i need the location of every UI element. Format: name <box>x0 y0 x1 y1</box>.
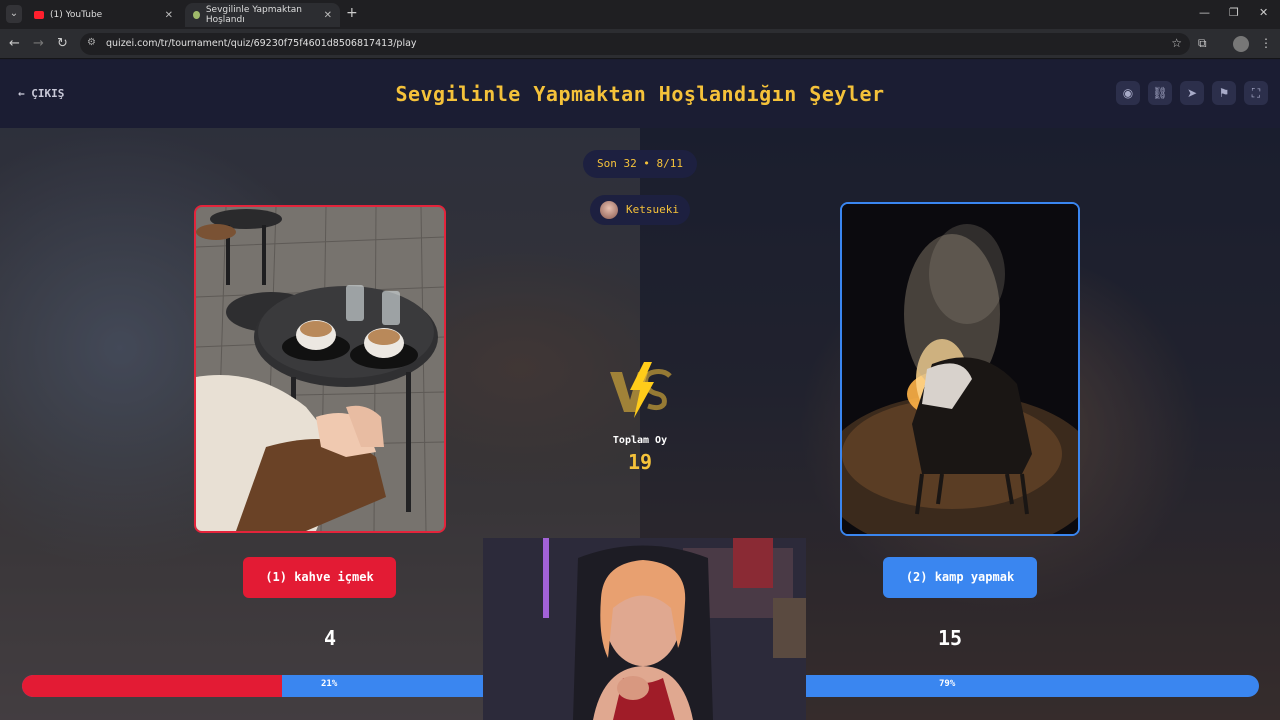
tab-quiz[interactable]: Sevgilinle Yapmaktan Hoşlandı ✕ <box>185 3 340 27</box>
fullscreen-icon[interactable]: ⛶ <box>1244 81 1268 105</box>
choice-card-left[interactable] <box>194 205 446 533</box>
round-indicator: Son 32 • 8/11 <box>583 150 697 178</box>
avatar <box>600 201 618 219</box>
eye-icon[interactable]: ◉ <box>1116 81 1140 105</box>
streamer-image <box>483 538 806 720</box>
tab-youtube[interactable]: (1) YouTube ✕ <box>26 3 181 27</box>
bookmark-star-icon[interactable]: ☆ <box>1171 36 1182 50</box>
percent-left: 21% <box>321 679 338 689</box>
vote-count-right: 15 <box>937 626 963 650</box>
versus-logo <box>610 362 672 418</box>
creator-name: Ketsueki <box>626 203 679 216</box>
close-icon[interactable]: ✕ <box>324 10 332 21</box>
vote-progress-left-fill <box>22 675 282 697</box>
percent-right: 79% <box>939 679 956 689</box>
close-icon[interactable]: ✕ <box>165 10 173 21</box>
webcam-overlay <box>483 538 806 720</box>
window-close-icon[interactable]: ✕ <box>1259 6 1268 19</box>
url-text[interactable]: quizei.com/tr/tournament/quiz/69230f75f4… <box>106 38 417 49</box>
share-icon[interactable]: ➤ <box>1180 81 1204 105</box>
new-tab-button[interactable]: + <box>346 5 358 21</box>
extensions-icon[interactable]: ⧉ <box>1198 36 1207 51</box>
creator-badge[interactable]: Ketsueki <box>590 195 690 225</box>
choice-card-right[interactable] <box>840 202 1080 536</box>
choice-button-right[interactable]: (2) kamp yapmak <box>883 557 1037 598</box>
total-votes-label: Toplam Oy <box>612 435 668 446</box>
reload-icon[interactable]: ↻ <box>57 36 68 51</box>
forward-icon[interactable]: → <box>33 36 44 51</box>
vote-count-left: 4 <box>323 626 337 650</box>
choice-button-left[interactable]: (1) kahve içmek <box>243 557 396 598</box>
restore-icon[interactable]: ❐ <box>1229 6 1239 19</box>
total-votes-value: 19 <box>627 450 653 474</box>
tab-title: Sevgilinle Yapmaktan Hoşlandı <box>205 5 302 25</box>
browser-tabbar: ⌄ (1) YouTube ✕ Sevgilinle Yapmaktan Hoş… <box>0 0 1280 29</box>
site-info-icon[interactable]: ⚙ <box>87 37 96 48</box>
tab-title: (1) YouTube <box>50 10 103 20</box>
menu-icon[interactable]: ⋮ <box>1260 36 1272 50</box>
quiz-header: ← ÇIKIŞ Sevgilinle Yapmaktan Hoşlandığın… <box>0 60 1280 128</box>
campfire-image <box>842 204 1078 534</box>
address-bar-row: ← → ↻ ⚙ quizei.com/tr/tournament/quiz/69… <box>0 29 1280 59</box>
youtube-icon <box>34 11 44 19</box>
page-title: Sevgilinle Yapmaktan Hoşlandığın Şeyler <box>395 82 885 106</box>
minimize-icon[interactable]: — <box>1199 6 1210 19</box>
flag-icon[interactable]: ⚑ <box>1212 81 1236 105</box>
site-icon <box>193 11 200 19</box>
link-icon[interactable]: ⛓ <box>1148 81 1172 105</box>
match-stage: Son 32 • 8/11 Ketsueki Toplam Oy 19 (1) … <box>0 128 1280 720</box>
back-icon[interactable]: ← <box>9 36 20 51</box>
address-bar[interactable]: ⚙ quizei.com/tr/tournament/quiz/69230f75… <box>80 33 1190 55</box>
coffee-image <box>196 207 444 531</box>
tab-search-icon[interactable]: ⌄ <box>6 5 22 23</box>
profile-avatar[interactable] <box>1233 36 1249 52</box>
